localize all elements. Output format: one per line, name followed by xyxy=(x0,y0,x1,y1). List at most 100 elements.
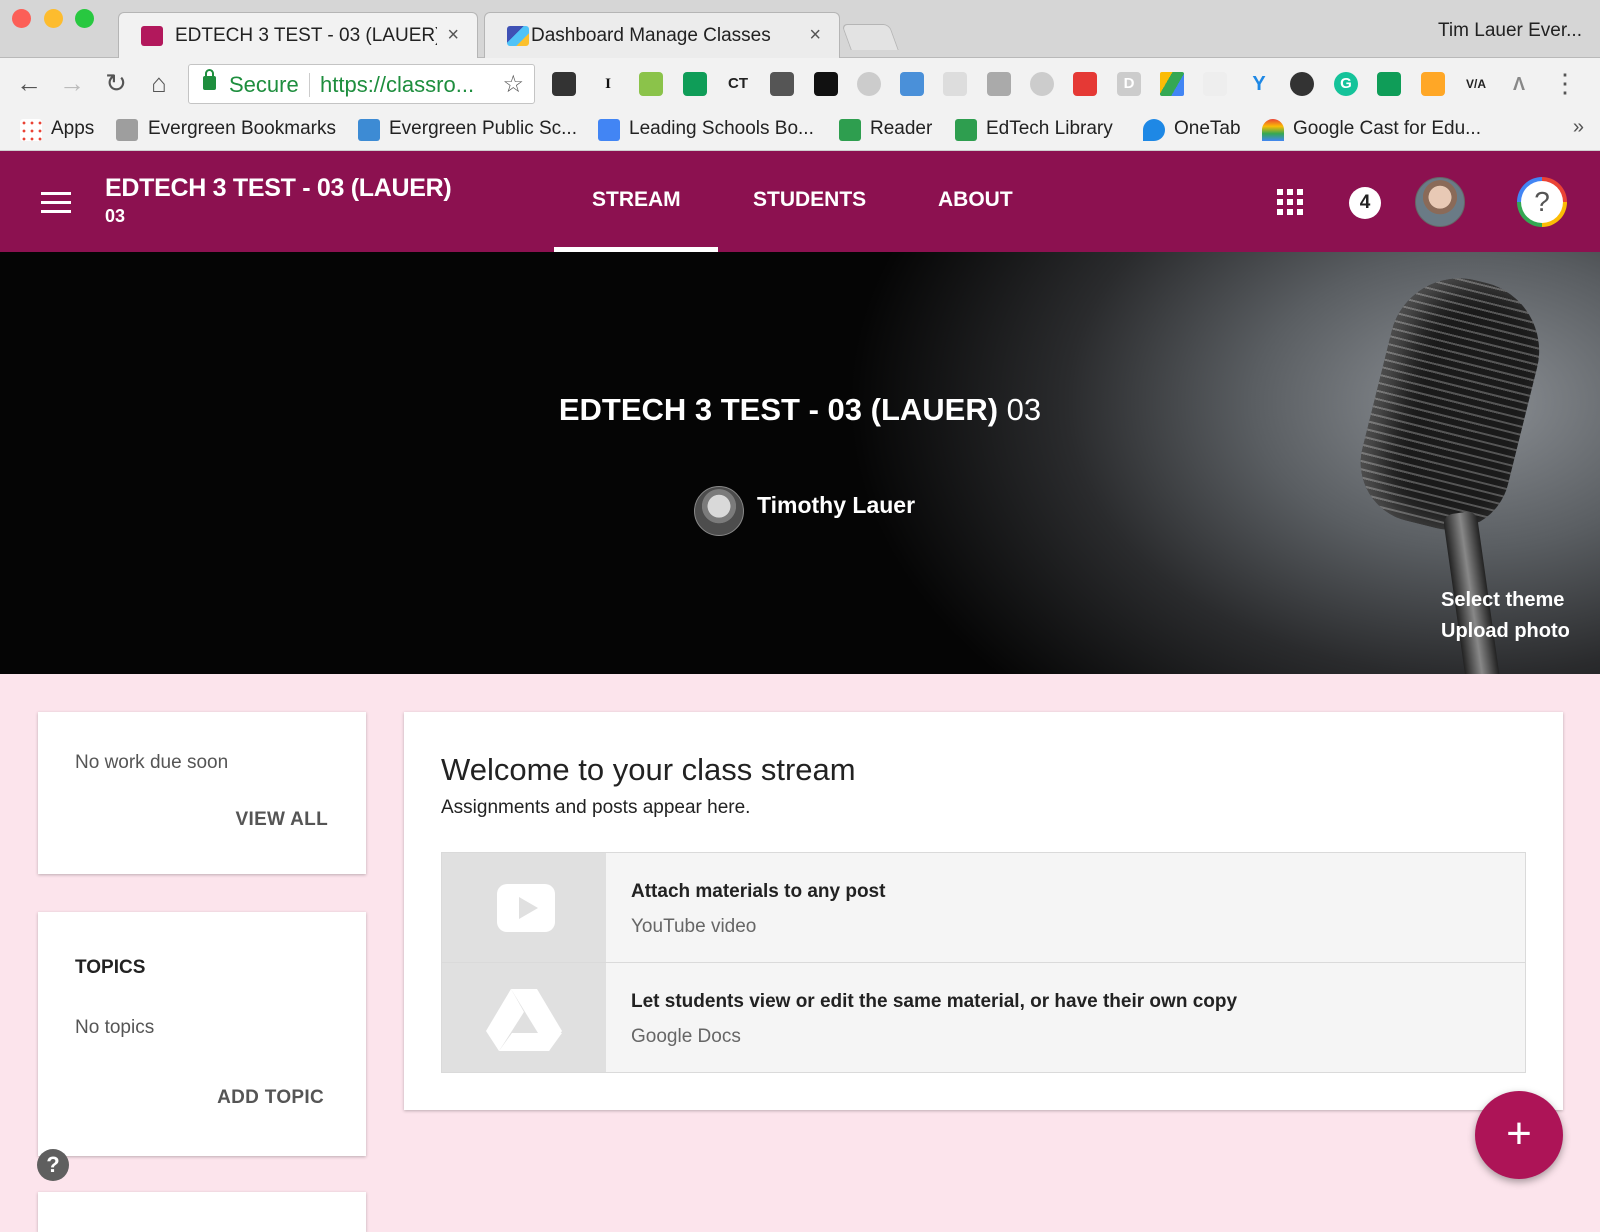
browser-tab-classroom[interactable]: EDTECH 3 TEST - 03 (LAUER) × xyxy=(118,12,478,58)
cast-extension-icon[interactable] xyxy=(1377,72,1401,96)
view-all-button[interactable]: VIEW ALL xyxy=(236,809,328,831)
tip-subtitle: Google Docs xyxy=(631,1026,741,1047)
lock-icon xyxy=(203,69,216,90)
url-text[interactable]: https://classro... xyxy=(320,72,474,98)
browser-toolbar: ← → ↻ ⌂ Secure https://classro... ☆ I CT… xyxy=(0,58,1600,108)
topics-card: TOPICS No topics ADD TOPIC xyxy=(38,912,366,1156)
tip-subtitle: YouTube video xyxy=(631,916,757,937)
browser-profile-name[interactable]: Tim Lauer Ever... xyxy=(1438,20,1582,42)
google-apps-icon[interactable] xyxy=(1277,189,1303,215)
doc-icon xyxy=(598,119,620,141)
new-tab-button[interactable] xyxy=(841,24,899,50)
eps-icon xyxy=(955,119,977,141)
browser-tab-dashboard[interactable]: Dashboard Manage Classes × xyxy=(484,12,840,58)
tab-strip: EDTECH 3 TEST - 03 (LAUER) × Dashboard M… xyxy=(0,0,1600,58)
class-header: EDTECH 3 TEST - 03 (LAUER) 03 STREAM STU… xyxy=(0,151,1600,252)
cast-icon xyxy=(1262,119,1284,141)
drive-save-extension-icon[interactable] xyxy=(943,72,967,96)
tip-youtube: Attach materials to any post YouTube vid… xyxy=(441,852,1526,963)
tab-title: EDTECH 3 TEST - 03 (LAUER) xyxy=(175,25,437,46)
target-extension-icon[interactable] xyxy=(1290,72,1314,96)
eps-icon xyxy=(839,119,861,141)
minimize-window-button[interactable] xyxy=(44,9,63,28)
home-icon[interactable]: ⌂ xyxy=(142,66,176,100)
paper-plane-extension-icon[interactable] xyxy=(1203,72,1227,96)
bookmarks-bar: Apps Evergreen Bookmarks Evergreen Publi… xyxy=(0,108,1600,151)
address-separator xyxy=(309,73,310,97)
topics-heading: TOPICS xyxy=(75,957,146,978)
teacher-avatar xyxy=(694,486,744,536)
select-theme-link[interactable]: Select theme xyxy=(1441,589,1564,612)
bookmarks-overflow-icon[interactable]: » xyxy=(1573,116,1584,139)
flipboard-extension-icon[interactable] xyxy=(1073,72,1097,96)
tab-close-icon[interactable]: × xyxy=(447,24,459,47)
help-button[interactable]: ? xyxy=(1517,177,1567,227)
forward-icon[interactable]: → xyxy=(55,66,89,100)
address-bar[interactable]: Secure https://classro... ☆ xyxy=(188,64,535,104)
youtube-icon xyxy=(497,884,555,932)
ct-extension-icon[interactable]: CT xyxy=(726,72,750,96)
help-extension-icon[interactable] xyxy=(1030,72,1054,96)
account-avatar[interactable] xyxy=(1415,177,1465,227)
pencil-extension-icon[interactable] xyxy=(857,72,881,96)
classroom-favicon-icon xyxy=(141,26,163,46)
tab-students[interactable]: STUDENTS xyxy=(753,188,866,212)
wifi-extension-icon[interactable] xyxy=(1421,72,1445,96)
onetab-icon xyxy=(1143,119,1165,141)
apps-grid-icon xyxy=(20,119,42,141)
dashboard-favicon-icon xyxy=(507,26,529,46)
google-drive-icon xyxy=(486,989,562,1051)
upcoming-empty-text: No work due soon xyxy=(75,752,229,773)
weebly-icon xyxy=(358,119,380,141)
lightbulb-extension-icon[interactable] xyxy=(770,72,794,96)
film-extension-icon[interactable] xyxy=(552,72,576,96)
notifications-badge[interactable]: 4 xyxy=(1349,187,1381,219)
lambda-extension-icon[interactable]: Λ xyxy=(1507,72,1531,96)
va-extension-icon[interactable]: V/A xyxy=(1464,72,1488,96)
browser-chrome: EDTECH 3 TEST - 03 (LAUER) × Dashboard M… xyxy=(0,0,1600,151)
google-drive-extension-icon[interactable] xyxy=(1160,72,1184,96)
teacher-name: Timothy Lauer xyxy=(757,492,916,518)
tip-title: Let students view or edit the same mater… xyxy=(631,991,1238,1012)
d-extension-icon[interactable]: D xyxy=(1117,72,1141,96)
create-post-button[interactable]: + xyxy=(1475,1091,1563,1179)
grammarly-extension-icon[interactable]: G xyxy=(1334,72,1358,96)
classroom-share-extension-icon[interactable] xyxy=(683,72,707,96)
onetab-extension-icon[interactable]: Y xyxy=(1247,72,1271,96)
tip-icon-box xyxy=(442,963,606,1072)
tip-google-docs: Let students view or edit the same mater… xyxy=(441,962,1526,1073)
banner-class-name: EDTECH 3 TEST - 03 (LAUER) xyxy=(558,392,999,427)
back-icon[interactable]: ← xyxy=(12,66,46,100)
stream-subheading: Assignments and posts appear here. xyxy=(441,797,751,818)
secure-label: Secure xyxy=(229,72,299,97)
instapaper-extension-icon[interactable]: I xyxy=(596,72,620,96)
help-icon: ? xyxy=(1521,181,1563,223)
class-section: 03 xyxy=(105,206,126,226)
tab-title: Dashboard Manage Classes xyxy=(531,25,771,46)
bookmark-star-icon[interactable]: ☆ xyxy=(502,70,524,99)
class-title[interactable]: EDTECH 3 TEST - 03 (LAUER) xyxy=(105,174,452,203)
reload-icon[interactable]: ↻ xyxy=(99,66,133,100)
upload-photo-link[interactable]: Upload photo xyxy=(1441,620,1570,643)
upcoming-work-card: No work due soon VIEW ALL xyxy=(38,712,366,874)
lower-card xyxy=(38,1192,366,1232)
tab-close-icon[interactable]: × xyxy=(809,24,821,47)
hamburger-menu-icon[interactable] xyxy=(41,192,71,214)
tip-title: Attach materials to any post xyxy=(631,881,886,902)
brush-extension-icon[interactable] xyxy=(987,72,1011,96)
maximize-window-button[interactable] xyxy=(75,9,94,28)
cloud-extension-icon[interactable] xyxy=(814,72,838,96)
image-extension-icon[interactable] xyxy=(900,72,924,96)
add-topic-button[interactable]: ADD TOPIC xyxy=(217,1087,324,1109)
class-banner: EDTECH 3 TEST - 03 (LAUER) 03 Timothy La… xyxy=(0,252,1600,674)
floating-help-icon[interactable]: ? xyxy=(37,1149,69,1181)
pin-extension-icon[interactable] xyxy=(639,72,663,96)
topics-empty-text: No topics xyxy=(75,1017,155,1038)
banner-title: EDTECH 3 TEST - 03 (LAUER) 03 xyxy=(0,392,1600,428)
browser-menu-icon[interactable]: ⋮ xyxy=(1552,68,1578,99)
tab-about[interactable]: ABOUT xyxy=(938,188,1013,212)
folder-icon xyxy=(116,119,138,141)
banner-section: 03 xyxy=(1006,392,1042,427)
tab-stream[interactable]: STREAM xyxy=(592,188,681,212)
close-window-button[interactable] xyxy=(12,9,31,28)
